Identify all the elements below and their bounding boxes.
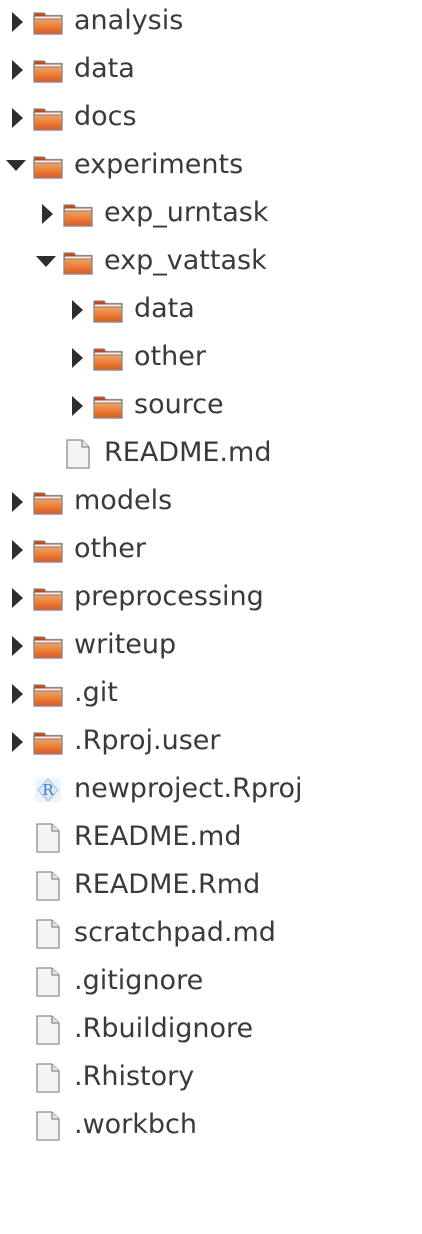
tree-row[interactable]: exp_vattask xyxy=(0,240,422,288)
folder-icon xyxy=(32,150,64,182)
file-name: README.md xyxy=(104,437,272,468)
chevron-right-icon[interactable] xyxy=(9,730,25,754)
chevron-down-icon[interactable] xyxy=(35,250,57,274)
folder-name: data xyxy=(134,293,195,324)
folder-icon xyxy=(62,246,94,278)
folder-icon xyxy=(92,294,124,326)
file-name: .Rhistory xyxy=(74,1061,195,1092)
chevron-right-icon[interactable] xyxy=(9,490,25,514)
tree-row[interactable]: .gitignore xyxy=(0,960,422,1008)
file-icon xyxy=(32,918,64,950)
chevron-right-icon[interactable] xyxy=(9,682,25,706)
folder-icon xyxy=(92,390,124,422)
file-name: newproject.Rproj xyxy=(74,773,303,804)
tree-row[interactable]: models xyxy=(0,480,422,528)
folder-icon xyxy=(32,486,64,518)
tree-row[interactable]: analysis xyxy=(0,0,422,48)
chevron-right-icon[interactable] xyxy=(9,634,25,658)
chevron-right-icon[interactable] xyxy=(39,202,55,226)
file-name: README.md xyxy=(74,821,242,852)
folder-name: docs xyxy=(74,101,137,132)
chevron-right-icon[interactable] xyxy=(69,394,85,418)
svg-text:R: R xyxy=(42,781,54,799)
tree-row[interactable]: writeup xyxy=(0,624,422,672)
folder-icon xyxy=(32,678,64,710)
tree-row[interactable]: .workbch xyxy=(0,1104,422,1152)
folder-name: models xyxy=(74,485,173,516)
file-icon xyxy=(32,870,64,902)
folder-name: source xyxy=(134,389,224,420)
tree-row[interactable]: other xyxy=(0,528,422,576)
folder-icon xyxy=(32,102,64,134)
folder-name: exp_urntask xyxy=(104,197,269,228)
folder-name: .Rproj.user xyxy=(74,725,221,756)
file-icon xyxy=(32,966,64,998)
tree-row[interactable]: experiments xyxy=(0,144,422,192)
file-name: .workbch xyxy=(74,1109,198,1140)
chevron-right-icon[interactable] xyxy=(69,298,85,322)
folder-icon xyxy=(32,534,64,566)
folder-icon xyxy=(32,726,64,758)
tree-row[interactable]: scratchpad.md xyxy=(0,912,422,960)
tree-row[interactable]: .Rproj.user xyxy=(0,720,422,768)
chevron-right-icon[interactable] xyxy=(9,106,25,130)
file-icon xyxy=(32,822,64,854)
folder-name: .git xyxy=(74,677,118,708)
tree-row[interactable]: README.Rmd xyxy=(0,864,422,912)
file-icon xyxy=(32,1110,64,1142)
chevron-right-icon[interactable] xyxy=(9,538,25,562)
folder-icon xyxy=(32,6,64,38)
tree-row[interactable]: source xyxy=(0,384,422,432)
file-name: README.Rmd xyxy=(74,869,261,900)
tree-row[interactable]: README.md xyxy=(0,432,422,480)
tree-row[interactable]: .git xyxy=(0,672,422,720)
tree-row[interactable]: .Rhistory xyxy=(0,1056,422,1104)
folder-name: other xyxy=(134,341,206,372)
chevron-right-icon[interactable] xyxy=(69,346,85,370)
tree-row[interactable]: preprocessing xyxy=(0,576,422,624)
tree-row[interactable]: Rnewproject.Rproj xyxy=(0,768,422,816)
folder-name: analysis xyxy=(74,5,184,36)
tree-row[interactable]: exp_urntask xyxy=(0,192,422,240)
file-icon xyxy=(62,438,94,470)
folder-icon xyxy=(62,198,94,230)
chevron-down-icon[interactable] xyxy=(5,154,27,178)
folder-name: writeup xyxy=(74,629,177,660)
chevron-right-icon[interactable] xyxy=(9,586,25,610)
folder-icon xyxy=(32,630,64,662)
tree-row[interactable]: docs xyxy=(0,96,422,144)
folder-name: preprocessing xyxy=(74,581,264,612)
chevron-right-icon[interactable] xyxy=(9,58,25,82)
file-name: scratchpad.md xyxy=(74,917,276,948)
folder-name: other xyxy=(74,533,146,564)
tree-row[interactable]: data xyxy=(0,48,422,96)
tree-row[interactable]: README.md xyxy=(0,816,422,864)
rproj-icon: R xyxy=(32,774,64,806)
file-name: .gitignore xyxy=(74,965,204,996)
chevron-right-icon[interactable] xyxy=(9,10,25,34)
file-name: .Rbuildignore xyxy=(74,1013,254,1044)
file-icon xyxy=(32,1014,64,1046)
folder-icon xyxy=(32,54,64,86)
tree-row[interactable]: .Rbuildignore xyxy=(0,1008,422,1056)
tree-row[interactable]: other xyxy=(0,336,422,384)
folder-icon xyxy=(32,582,64,614)
folder-icon xyxy=(92,342,124,374)
file-icon xyxy=(32,1062,64,1094)
folder-name: experiments xyxy=(74,149,244,180)
folder-name: exp_vattask xyxy=(104,245,267,276)
tree-row[interactable]: data xyxy=(0,288,422,336)
folder-name: data xyxy=(74,53,135,84)
